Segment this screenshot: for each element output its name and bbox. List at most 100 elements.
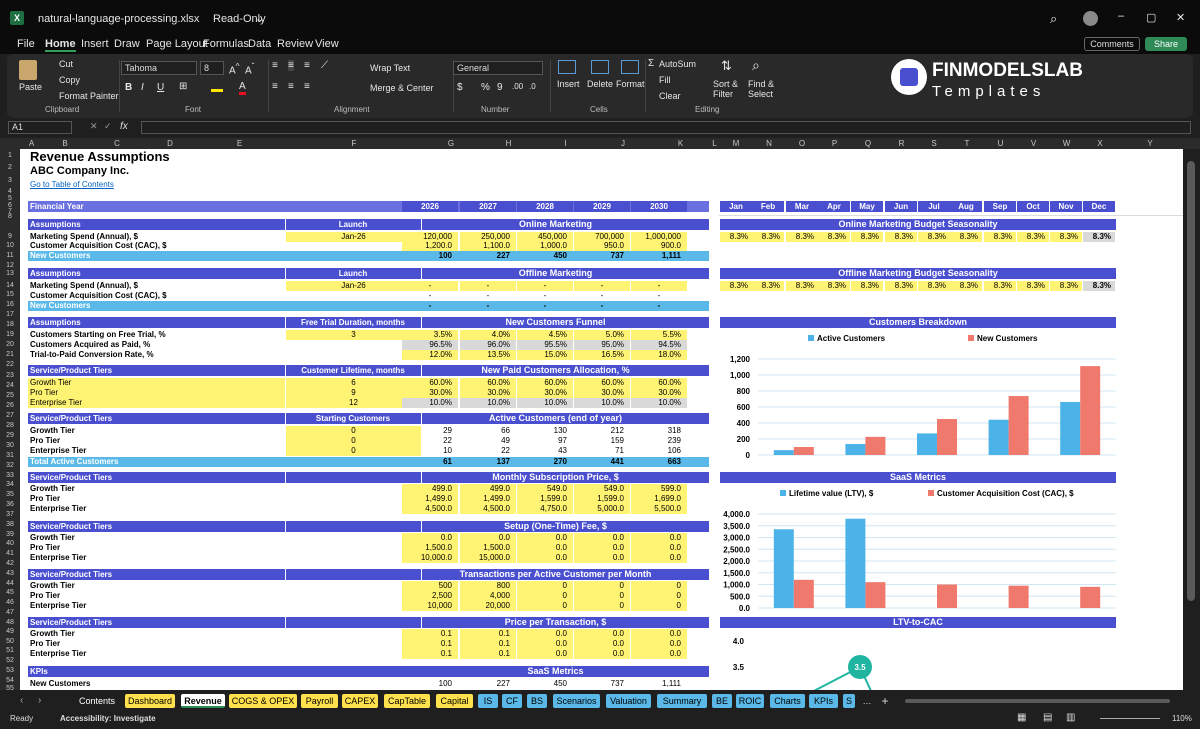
alloc-row-1-1[interactable]: 30.0% [460,388,510,398]
online-season-6[interactable]: 8.3% [918,232,946,242]
offline-cac-0[interactable]: - [402,291,458,301]
sheet-tab-capex[interactable]: CAPEX [342,694,378,708]
row-header-31[interactable]: 31 [0,451,20,461]
price-row-0-3[interactable]: 549.0 [574,484,624,494]
close-icon[interactable]: ✕ [1176,11,1185,24]
paste-icon[interactable] [19,60,37,80]
orientation-icon[interactable]: ⟋ [321,60,328,71]
delete-button[interactable]: Delete [587,79,613,89]
comments-button[interactable]: Comments [1084,37,1140,51]
column-header-j[interactable]: J [594,138,652,149]
setup-row-2-0[interactable]: 10,000.0 [402,553,452,563]
row-header-17[interactable]: 17 [0,310,20,320]
alloc-life-1[interactable]: 9 [286,388,421,398]
row-header-28[interactable]: 28 [0,421,20,431]
setup-row-1-2[interactable]: 0.0 [517,543,567,553]
alloc-life-2[interactable]: 12 [286,398,421,408]
chevron-down-icon[interactable]: ⌄ [255,12,264,25]
column-header-p[interactable]: P [818,138,851,149]
menu-page-layout[interactable]: Page Layout [146,38,208,50]
alloc-row-0-2[interactable]: 60.0% [517,378,567,388]
column-header-c[interactable]: C [87,138,147,149]
online-season-9[interactable]: 8.3% [1017,232,1045,242]
row-header-16[interactable]: 16 [0,300,20,310]
alloc-row-0-1[interactable]: 60.0% [460,378,510,388]
price-row-2-2[interactable]: 4,750.0 [517,504,567,514]
fill-button[interactable]: Fill [659,75,671,85]
trans-row-0-0[interactable]: 500 [402,581,452,591]
trans-row-1-4[interactable]: 0 [631,591,681,601]
row-header-38[interactable]: 38 [0,520,20,530]
funnel-row-2-4[interactable]: 18.0% [631,350,681,360]
trans-row-1-2[interactable]: 0 [517,591,567,601]
row-header-27[interactable]: 27 [0,411,20,421]
column-header-l[interactable]: L [709,138,720,149]
offline-cac-3[interactable]: - [574,291,630,301]
ppt-row-2-3[interactable]: 0.0 [574,649,624,659]
online-season-7[interactable]: 8.3% [950,232,978,242]
ppt-row-2-1[interactable]: 0.1 [460,649,510,659]
funnel-row-2-3[interactable]: 16.5% [574,350,624,360]
menu-data[interactable]: Data [248,38,271,50]
ppt-row-1-3[interactable]: 0.0 [574,639,624,649]
row-header-8[interactable]: 8 [0,212,20,222]
column-header-t[interactable]: T [950,138,984,149]
offline-cac-1[interactable]: - [460,291,516,301]
row-header-25[interactable]: 25 [0,391,20,401]
decrease-font-icon[interactable]: Aˇ [245,61,254,76]
row-header-32[interactable]: 32 [0,461,20,471]
setup-row-1-1[interactable]: 1,500.0 [460,543,510,553]
column-header-m[interactable]: M [720,138,752,149]
online-season-3[interactable]: 8.3% [818,232,846,242]
restore-icon[interactable]: ▢ [1146,11,1156,24]
row-header-37[interactable]: 37 [0,510,20,520]
ppt-row-1-0[interactable]: 0.1 [402,639,452,649]
funnel-row-0-3[interactable]: 5.0% [574,330,624,340]
sheet-tab-valuation[interactable]: Valuation [606,694,651,708]
online-cac-4[interactable]: 900.0 [631,241,681,251]
ppt-row-1-2[interactable]: 0.0 [517,639,567,649]
copy-button[interactable]: Copy [59,75,80,85]
column-header-k[interactable]: K [652,138,709,149]
row-header-43[interactable]: 43 [0,569,20,579]
ppt-row-0-2[interactable]: 0.0 [517,629,567,639]
minimize-icon[interactable]: – [1118,10,1124,22]
trans-row-2-3[interactable]: 0 [574,601,624,611]
column-header-n[interactable]: N [752,138,786,149]
normal-view-icon[interactable]: ▦ [1017,712,1026,723]
page-layout-view-icon[interactable]: ▤ [1043,712,1052,723]
column-header-f[interactable]: F [286,138,422,149]
trans-row-0-2[interactable]: 0 [517,581,567,591]
offline-cac-4[interactable]: - [631,291,687,301]
vertical-scrollbar[interactable] [1183,149,1200,690]
online-season-4[interactable]: 8.3% [851,232,879,242]
setup-row-0-1[interactable]: 0.0 [460,533,510,543]
underline-icon[interactable]: U [157,82,164,93]
more-sheets-icon[interactable]: … [860,694,874,708]
column-header-s[interactable]: S [918,138,950,149]
row-header-40[interactable]: 40 [0,539,20,549]
add-sheet-icon[interactable]: + [878,694,892,708]
offline-season-2[interactable]: 8.3% [786,281,814,291]
price-row-1-4[interactable]: 1,699.0 [631,494,681,504]
offline-season-6[interactable]: 8.3% [918,281,946,291]
wrap-text-button[interactable]: Wrap Text [370,63,410,73]
row-header-42[interactable]: 42 [0,559,20,569]
accessibility-status[interactable]: Accessibility: Investigate [60,714,156,723]
increase-decimal-icon[interactable]: .00 [512,82,523,91]
sheet-tab-charts[interactable]: Charts [770,694,805,708]
setup-row-2-1[interactable]: 15,000.0 [460,553,510,563]
online-cac-1[interactable]: 1,100.0 [460,241,510,251]
insert-icon[interactable] [558,60,576,74]
setup-row-0-0[interactable]: 0.0 [402,533,452,543]
price-row-1-0[interactable]: 1,499.0 [402,494,452,504]
offline-spend-0[interactable]: - [402,281,458,291]
cut-button[interactable]: Cut [59,59,73,69]
online-season-2[interactable]: 8.3% [786,232,814,242]
row-header-52[interactable]: 52 [0,656,20,666]
offline-season-5[interactable]: 8.3% [885,281,913,291]
price-row-1-3[interactable]: 1,599.0 [574,494,624,504]
column-header-u[interactable]: U [984,138,1017,149]
trans-row-0-1[interactable]: 800 [460,581,510,591]
alloc-row-1-4[interactable]: 30.0% [631,388,681,398]
